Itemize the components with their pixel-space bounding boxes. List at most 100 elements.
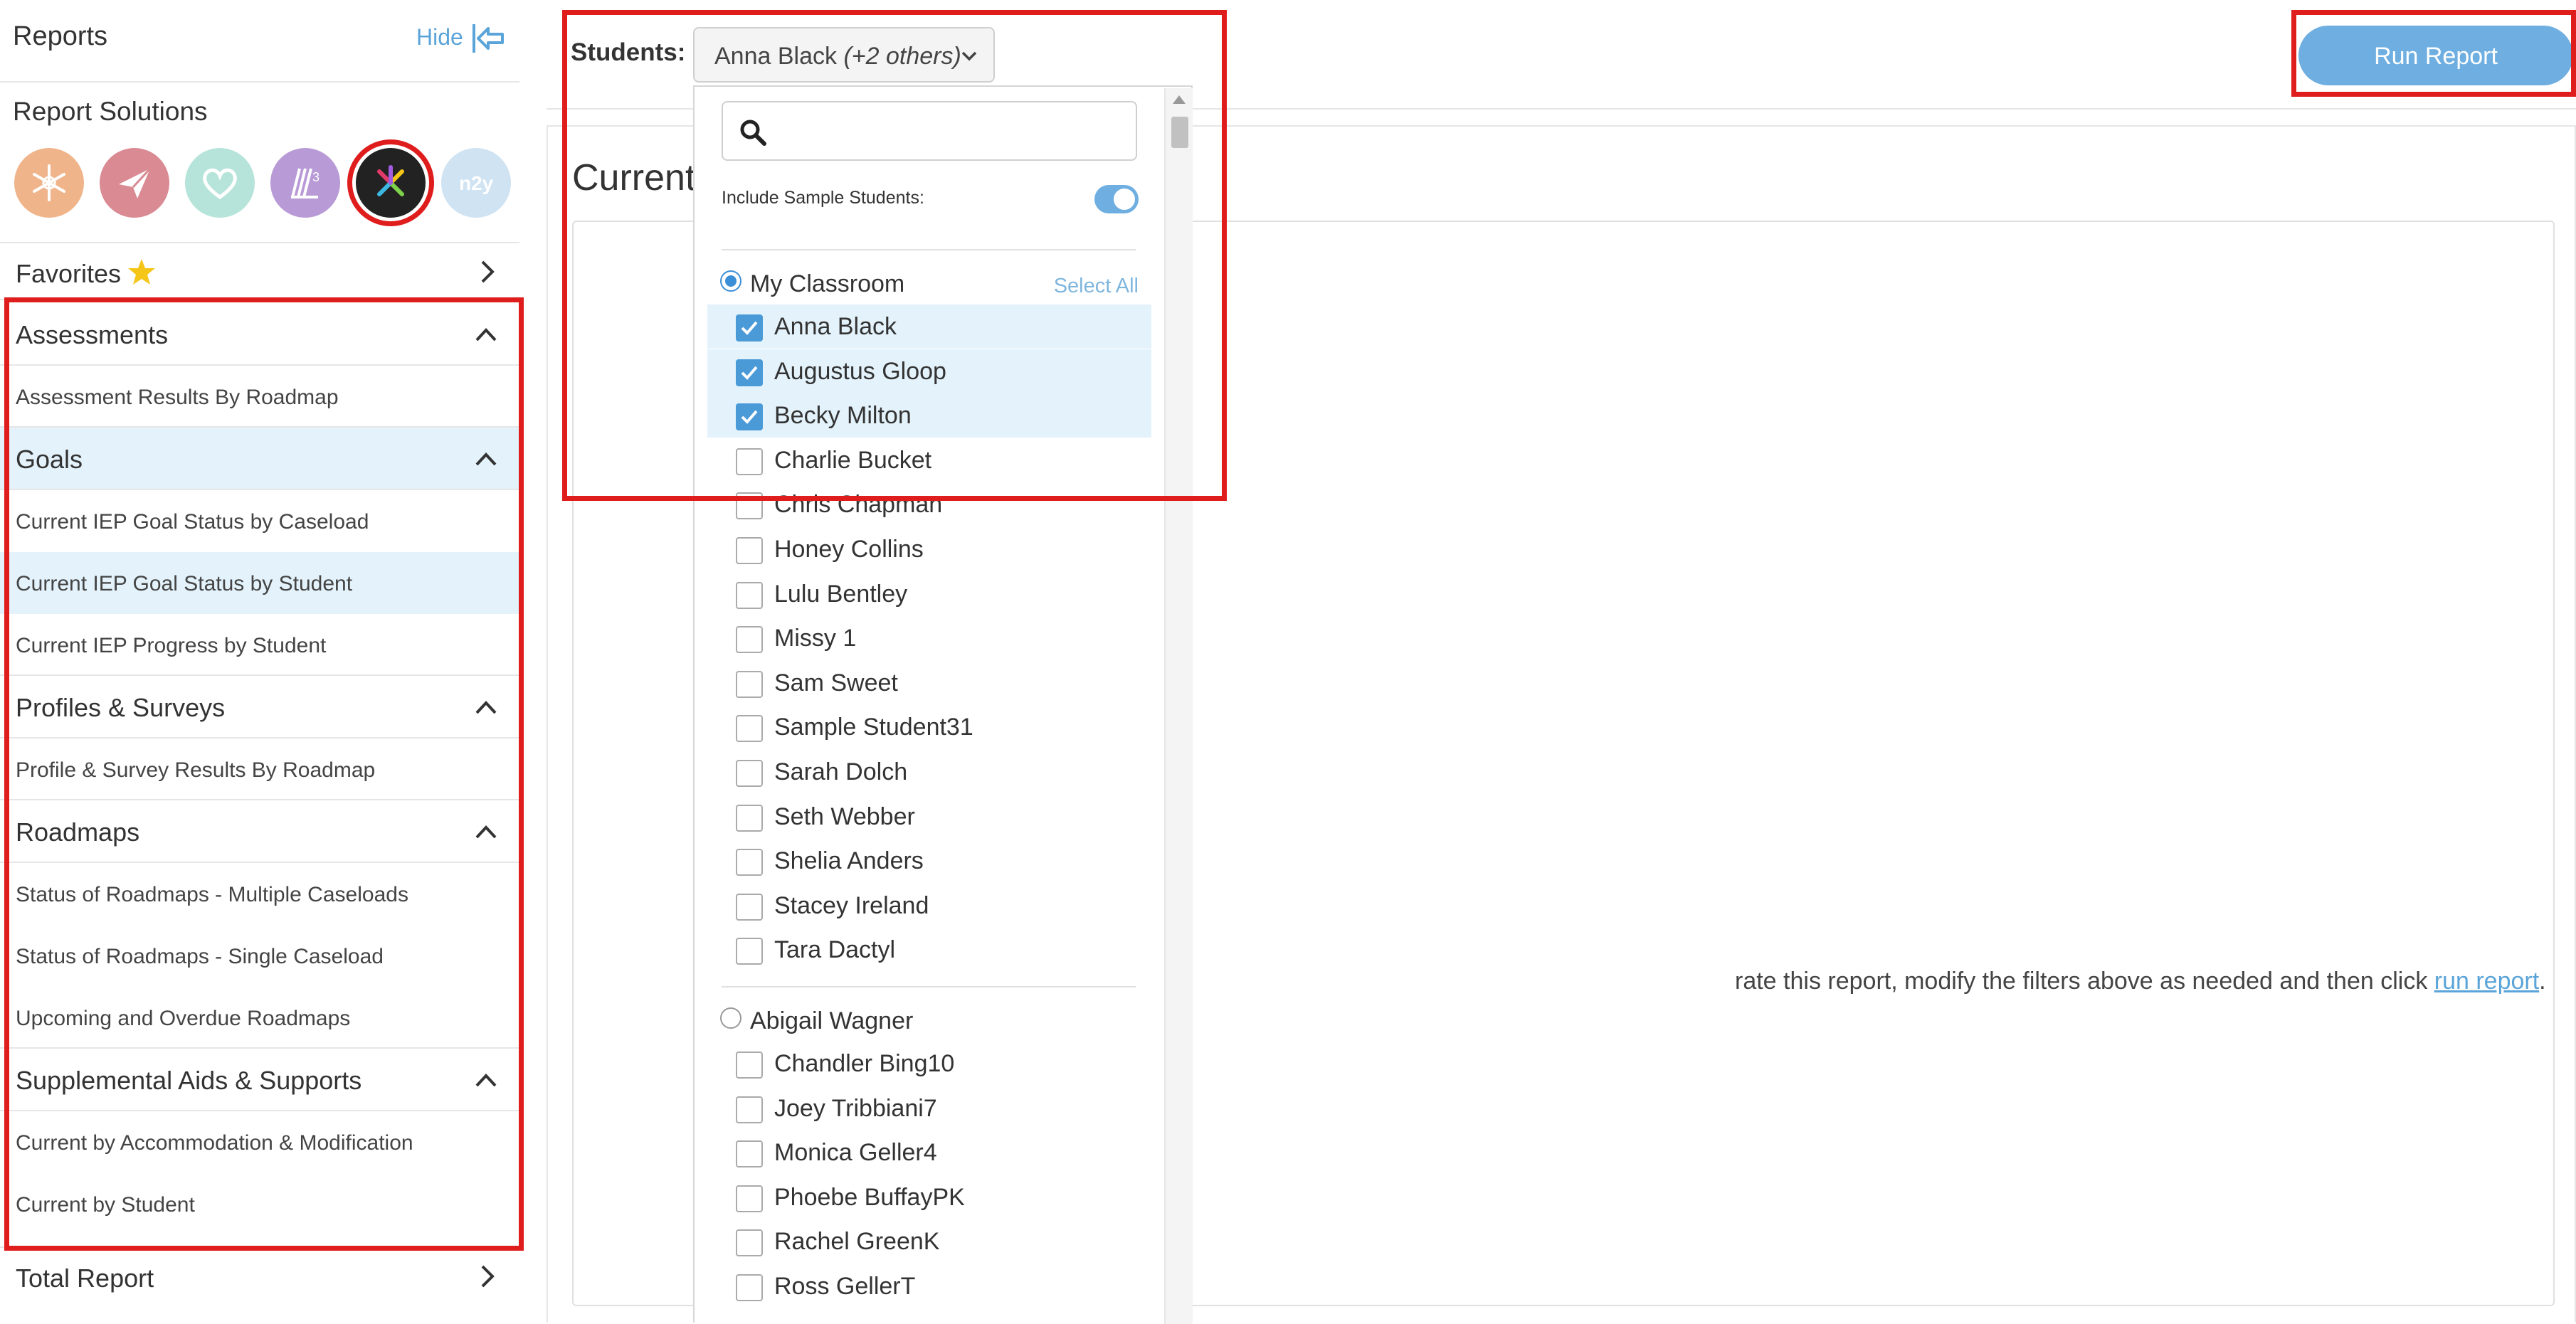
student-row[interactable]: Lulu Bentley [707, 572, 1151, 616]
group-radio[interactable] [720, 1007, 741, 1029]
report-item[interactable]: Current by Student [0, 1173, 519, 1235]
scroll-up-arrow-icon[interactable] [1173, 95, 1186, 104]
sidebar-title: Reports [13, 21, 108, 51]
category-roadmaps[interactable]: Roadmaps [0, 800, 519, 863]
category-goals[interactable]: Goals [0, 428, 519, 490]
student-row[interactable]: Missy 1 [707, 616, 1151, 660]
n2y-logo-icon[interactable]: n2y [441, 148, 511, 218]
student-row[interactable]: Becky Milton [707, 393, 1151, 438]
category-supplemental-aids[interactable]: Supplemental Aids & Supports [0, 1049, 519, 1111]
checkbox-unchecked-icon[interactable] [736, 938, 763, 965]
student-name: Monica Geller4 [774, 1139, 937, 1167]
checkbox-unchecked-icon[interactable] [736, 1052, 763, 1079]
student-row[interactable]: Sample Student31 [707, 705, 1151, 749]
checkbox-unchecked-icon[interactable] [736, 670, 763, 698]
group-name: My Classroom [750, 270, 905, 297]
report-item[interactable]: Assessment Results By Roadmap [0, 366, 519, 428]
run-report-link[interactable]: run report [2434, 968, 2539, 995]
student-name: Charlie Bucket [774, 446, 932, 474]
report-item-label: Current IEP Progress by Student [16, 634, 327, 657]
dropdown-scrollbar[interactable] [1164, 88, 1193, 1324]
checkbox-checked-icon[interactable] [736, 403, 763, 431]
checkbox-unchecked-icon[interactable] [736, 1096, 763, 1123]
report-solutions-title: Report Solutions [13, 97, 208, 126]
checkbox-checked-icon[interactable] [736, 359, 763, 386]
student-row[interactable]: Sam Sweet [707, 661, 1151, 705]
checkbox-unchecked-icon[interactable] [736, 1274, 763, 1301]
paper-plane-icon[interactable] [100, 148, 169, 218]
students-label: Students: [571, 38, 686, 66]
scrollbar-thumb[interactable] [1171, 117, 1188, 148]
student-name: Missy 1 [774, 625, 857, 652]
run-report-button[interactable]: Run Report [2298, 26, 2573, 85]
student-name: Phoebe BuffayPK [774, 1183, 965, 1211]
report-item[interactable]: Upcoming and Overdue Roadmaps [0, 987, 519, 1049]
snowflake-icon[interactable] [14, 148, 84, 218]
checkbox-unchecked-icon[interactable] [736, 1185, 763, 1212]
checkbox-unchecked-icon[interactable] [736, 581, 763, 609]
chevron-right-icon [481, 260, 495, 283]
student-search-input[interactable] [722, 101, 1137, 161]
dropdown-divider [722, 249, 1136, 250]
student-name: Sam Sweet [774, 669, 898, 697]
student-row[interactable]: Tara Dactyl [707, 928, 1151, 972]
student-row[interactable]: Joey Tribbiani7 [707, 1086, 1151, 1130]
report-item[interactable]: Current IEP Progress by Student [0, 614, 519, 676]
checkbox-unchecked-icon[interactable] [736, 715, 763, 743]
student-row[interactable]: Ross GellerT [707, 1264, 1151, 1308]
include-sample-toggle[interactable] [1094, 185, 1139, 213]
checkbox-unchecked-icon[interactable] [736, 849, 763, 877]
l3-logo-icon[interactable]: 3 [270, 148, 340, 218]
student-row[interactable]: Phoebe BuffayPK [707, 1175, 1151, 1219]
selected-student-name: Anna Black [714, 43, 837, 70]
student-name: Joey Tribbiani7 [774, 1094, 937, 1122]
student-name: Honey Collins [774, 536, 924, 563]
report-item[interactable]: Status of Roadmaps - Multiple Caseloads [0, 863, 519, 925]
student-row[interactable]: Augustus Gloop [707, 349, 1151, 393]
total-report-row[interactable]: Total Report [0, 1246, 519, 1305]
student-row[interactable]: Chandler Bing10 [707, 1042, 1151, 1086]
report-category-list: Assessments Assessment Results By Roadma… [0, 303, 519, 1235]
checkbox-checked-icon[interactable] [736, 314, 763, 341]
checkbox-unchecked-icon[interactable] [736, 492, 763, 520]
checkbox-unchecked-icon[interactable] [736, 804, 763, 832]
student-row[interactable]: Monica Geller4 [707, 1130, 1151, 1175]
student-name: Rachel GreenK [774, 1228, 940, 1256]
checkbox-unchecked-icon[interactable] [736, 626, 763, 654]
checkbox-unchecked-icon[interactable] [736, 1140, 763, 1168]
collapse-sidebar-icon[interactable] [470, 20, 510, 57]
students-select[interactable]: Anna Black (+2 others) [693, 27, 995, 83]
colorful-x-icon[interactable] [347, 139, 434, 226]
student-row[interactable]: Charlie Bucket [707, 438, 1151, 482]
student-row[interactable]: Stacey Ireland [707, 884, 1151, 928]
student-row[interactable]: Honey Collins [707, 527, 1151, 571]
student-row[interactable]: Shelia Anders [707, 839, 1151, 883]
report-item[interactable]: Profile & Survey Results By Roadmap [0, 738, 519, 800]
student-row[interactable]: Chris Chapman [707, 482, 1151, 526]
hide-sidebar-link[interactable]: Hide [416, 24, 463, 51]
student-row[interactable]: Rachel GreenK [707, 1219, 1151, 1264]
student-name: Ross GellerT [774, 1273, 916, 1300]
checkbox-unchecked-icon[interactable] [736, 1229, 763, 1257]
favorites-row[interactable]: Favorites [0, 242, 519, 300]
student-row[interactable]: Seth Webber [707, 795, 1151, 839]
report-item[interactable]: Current by Accommodation & Modification [0, 1111, 519, 1173]
report-item[interactable]: Status of Roadmaps - Single Caseload [0, 925, 519, 987]
checkbox-unchecked-icon[interactable] [736, 760, 763, 787]
category-label: Supplemental Aids & Supports [16, 1066, 362, 1095]
student-row[interactable]: Anna Black [707, 304, 1151, 349]
select-all-link[interactable]: Select All [1054, 275, 1139, 298]
checkbox-unchecked-icon[interactable] [736, 893, 763, 921]
checkbox-unchecked-icon[interactable] [736, 447, 763, 475]
search-icon [740, 120, 766, 146]
report-item-active[interactable]: Current IEP Goal Status by Student [0, 552, 519, 614]
student-row[interactable]: Sarah Dolch [707, 750, 1151, 794]
group-radio[interactable] [720, 270, 741, 292]
chevron-down-icon [961, 51, 977, 61]
category-label: Roadmaps [16, 817, 140, 847]
heart-icon[interactable] [185, 148, 255, 218]
checkbox-unchecked-icon[interactable] [736, 537, 763, 564]
report-item[interactable]: Current IEP Goal Status by Caseload [0, 490, 519, 552]
category-assessments[interactable]: Assessments [0, 303, 519, 366]
category-profiles-surveys[interactable]: Profiles & Surveys [0, 676, 519, 738]
